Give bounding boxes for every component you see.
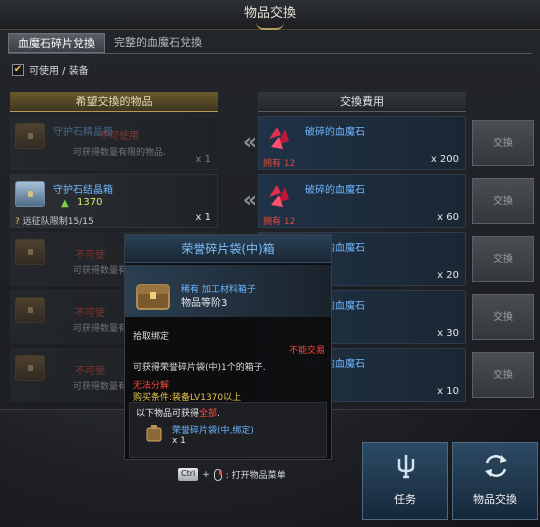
hint-text: : 打开物品菜单: [225, 471, 286, 481]
item-name: 守护石结晶箱: [53, 185, 113, 196]
usable-filter-label: 可使用 / 装备: [29, 66, 89, 77]
reward-name: 荣誉碎片袋(中,绑定): [172, 426, 254, 436]
exchange-row: 守护石精晶箱 不可使用 可获得数量有限的物品. x 1 « 破碎的血魔石 拥有 …: [10, 116, 534, 170]
limit-text: 远征队限制15/15: [22, 217, 94, 227]
reward-header: 以下物品可获得全部.: [136, 406, 220, 419]
chest-icon: [15, 239, 45, 265]
cost-item-name: 破碎的血魔石: [305, 127, 365, 138]
chest-icon: [15, 123, 45, 149]
owned-label: 拥有: [263, 217, 282, 227]
item-tooltip: 荣誉碎片袋(中)箱 稀有 加工材料箱子 物品等阶3 拾取绑定 不能交易 可获得荣…: [124, 234, 332, 460]
blood-stone-icon: [269, 127, 289, 149]
cost-quantity: x 60: [437, 212, 459, 223]
limit-text: 可获得数量有限的物品.: [73, 148, 166, 158]
item-level: 1370: [77, 197, 103, 208]
owned-number: 12: [283, 217, 296, 227]
wanted-item-cell[interactable]: 守护石精晶箱 不可使用 可获得数量有限的物品. x 1: [10, 116, 218, 170]
exchange-row: 守护石结晶箱 ▲ 1370 ? 远征队限制15/15 x 1 « 破碎的血魔石 拥…: [10, 174, 534, 228]
tooltip-title: 荣誉碎片袋(中)箱: [125, 235, 331, 263]
reward-header-all: 全部: [199, 409, 218, 419]
chest-icon: [15, 355, 45, 381]
unusable-warning: 不可使: [75, 250, 105, 261]
cost-header: 交換費用: [258, 92, 466, 112]
tooltip-bind: 拾取绑定: [133, 332, 170, 342]
tab-complete-blood-stone[interactable]: 完整的血魔石兌換: [105, 33, 211, 53]
limit-text: 可获得数量有: [73, 324, 128, 334]
usable-checkbox[interactable]: ✔: [12, 63, 24, 76]
unusable-warning: 不可使: [75, 308, 105, 319]
ctrl-key-icon: Ctrl: [178, 468, 199, 481]
cost-cell[interactable]: 破碎的血魔石 拥有 12 x 60: [258, 174, 466, 228]
owned-count: 拥有 12: [263, 214, 295, 227]
limit-text: 可获得数量有: [73, 382, 128, 392]
blood-stone-icon: [269, 185, 289, 207]
quest-button-label: 任务: [394, 493, 416, 506]
tooltip-reward-box: 以下物品可获得全部. 荣誉碎片袋(中,绑定) x 1: [129, 402, 327, 458]
chest-icon: [15, 181, 45, 207]
trident-icon: [397, 455, 415, 479]
tab-blood-stone-fragment[interactable]: 血魔石碎片兌換: [8, 33, 105, 53]
tooltip-grade: 物品等阶3: [181, 298, 228, 309]
chest-icon: [15, 297, 45, 323]
cost-cell[interactable]: 破碎的血魔石 拥有 12 x 200: [258, 116, 466, 170]
unusable-warning: 不可使: [75, 366, 105, 377]
exchange-button[interactable]: 交換: [472, 178, 534, 224]
reward-header-prefix: 以下物品可获得: [136, 409, 200, 419]
usable-filter[interactable]: ✔ 可使用 / 装备: [12, 62, 89, 77]
exchange-button[interactable]: 交換: [472, 294, 534, 340]
cost-quantity: x 200: [430, 154, 459, 165]
chest-icon: [136, 284, 170, 310]
title-ornament-icon: [256, 22, 284, 30]
owned-label: 拥有: [263, 159, 282, 169]
owned-count: 拥有 12: [263, 156, 295, 169]
pouch-icon: [146, 425, 162, 442]
item-menu-hint: Ctrl + : 打开物品菜单: [178, 468, 286, 481]
reward-count: x 1: [172, 436, 186, 446]
tooltip-description: 可获得荣誉碎片袋(中)1个的箱子.: [133, 363, 266, 373]
item-exchange-button-label: 物品交換: [473, 493, 517, 506]
item-quantity: x 1: [195, 154, 211, 165]
limit-text-row: ? 远征队限制15/15: [15, 214, 94, 227]
unusable-warning: 不可使用: [99, 131, 139, 142]
hint-plus: +: [202, 469, 210, 480]
owned-number: 12: [283, 159, 296, 169]
quest-button[interactable]: 任务: [362, 442, 448, 520]
exchange-button[interactable]: 交換: [472, 120, 534, 166]
tab-bar: 血魔石碎片兌換 完整的血魔石兌換: [8, 33, 211, 53]
cost-item-name: 破碎的血魔石: [305, 185, 365, 196]
reward-header-suffix: .: [217, 409, 220, 419]
equip-level-icon: ▲: [61, 198, 69, 209]
tab-divider: [8, 53, 532, 54]
limit-text: 可获得数量有: [73, 266, 128, 276]
wanted-item-cell[interactable]: 守护石结晶箱 ▲ 1370 ? 远征队限制15/15 x 1: [10, 174, 218, 228]
cost-quantity: x 10: [437, 386, 459, 397]
cost-quantity: x 20: [437, 270, 459, 281]
exchange-icon: [485, 455, 507, 477]
exchange-button[interactable]: 交換: [472, 352, 534, 398]
item-exchange-button[interactable]: 物品交換: [452, 442, 538, 520]
exchange-button[interactable]: 交換: [472, 236, 534, 282]
tooltip-trade: 不能交易: [288, 346, 325, 356]
help-icon[interactable]: ?: [15, 217, 20, 227]
window-titlebar: 物品交換: [0, 0, 540, 30]
mouse-right-click-icon: [213, 468, 222, 481]
cost-quantity: x 30: [437, 328, 459, 339]
wanted-items-header: 希望交換的物品: [10, 92, 218, 112]
item-quantity: x 1: [195, 212, 211, 223]
